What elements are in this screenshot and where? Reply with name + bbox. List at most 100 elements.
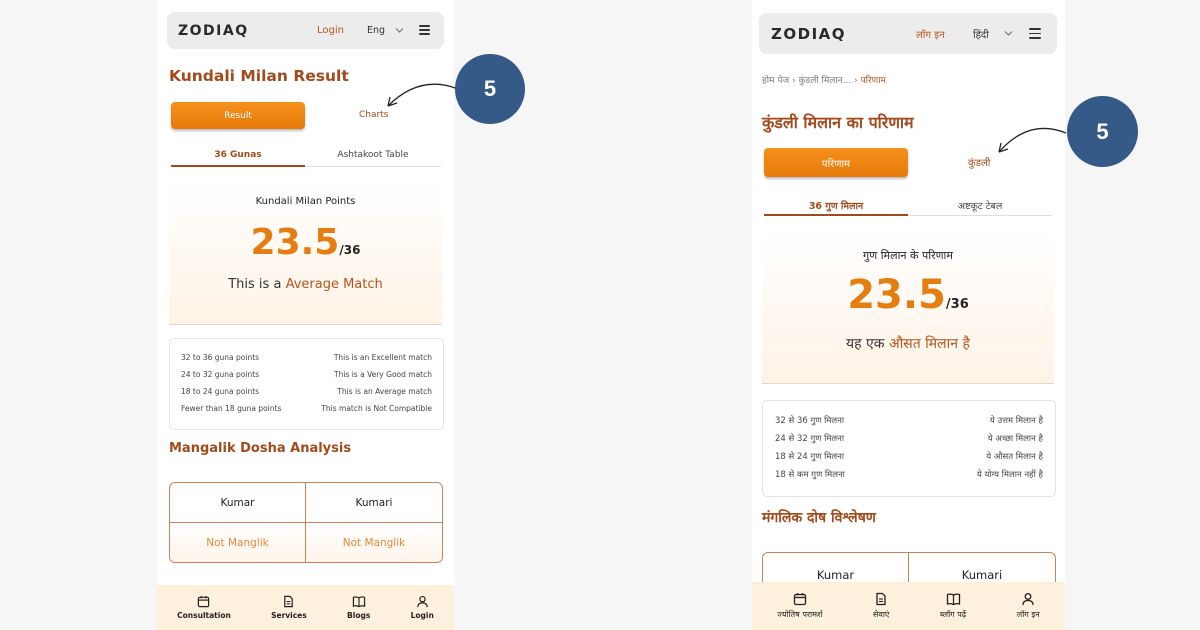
score-value: 23.5 <box>847 272 946 318</box>
legend-range: 18 से 24 गुण मिलना <box>775 452 845 462</box>
match-prefix: यह एक <box>846 336 889 352</box>
nav-login-label: लॉग इन <box>1016 610 1040 619</box>
nav-login-label: Login <box>410 611 434 620</box>
match-prefix: This is a <box>228 277 286 292</box>
legend-row: 18 to 24 guna points This is an Average m… <box>170 387 443 396</box>
login-link[interactable]: Login <box>317 25 344 36</box>
manglik-header-kumar: Kumar <box>170 483 306 523</box>
legend-desc: This is an Excellent match <box>333 353 432 362</box>
subtab-36-gunas[interactable]: 36 गुण मिलान <box>764 199 908 216</box>
hamburger-menu-icon[interactable] <box>419 25 430 35</box>
tab-result-button[interactable]: परिणाम <box>764 148 908 177</box>
user-icon <box>1022 593 1034 606</box>
subtab-ashtakoot-table[interactable]: अष्टकूट टेबल <box>908 199 1052 216</box>
nav-blogs[interactable]: ब्लॉग पढ़ें <box>940 592 966 620</box>
legend-row: 24 से 32 गुण मिलना ये अच्छा मिलान है <box>763 433 1055 444</box>
nav-consultation[interactable]: ज्योतिष परामर्श <box>777 592 822 620</box>
manglik-section-title: Mangalik Dosha Analysis <box>169 441 352 456</box>
page-title: कुंडली मिलान का परिणाम <box>762 113 914 132</box>
legend-desc: This match is Not Compatible <box>321 404 432 413</box>
legend-desc: ये योग्य मिलान नहीं है <box>976 470 1043 480</box>
subtab-36-gunas[interactable]: 36 Gunas <box>171 150 305 167</box>
legend-desc: ये उत्तम मिलान है <box>989 416 1043 426</box>
chevron-down-icon[interactable] <box>395 27 404 34</box>
score-value: 23.5 <box>250 222 340 263</box>
step-badge-right: 5 <box>1067 96 1138 167</box>
top-navbar: ZODIAQ Login Eng <box>167 12 444 49</box>
guna-legend: 32 से 36 गुण मिलना ये उत्तम मिलान है 24 स… <box>762 400 1056 497</box>
nav-blogs-label: ब्लॉग पढ़ें <box>939 610 967 619</box>
login-link[interactable]: लॉग इन <box>916 27 945 41</box>
language-select[interactable]: Eng <box>367 25 385 36</box>
legend-row: 18 से 24 गुण मिलना ये औसत मिलान है <box>763 451 1055 462</box>
nav-services-label: Services <box>271 611 307 620</box>
manglik-section-title: मंगलिक दोष विश्लेषण <box>762 510 876 526</box>
match-summary: यह एक औसत मिलान है <box>762 334 1054 353</box>
book-open-icon <box>946 593 960 606</box>
legend-range: Fewer than 18 guna points <box>181 404 282 413</box>
background-panel-left <box>0 0 157 630</box>
user-icon <box>416 595 428 608</box>
callout-arrow-right <box>998 127 1067 153</box>
legend-row: 32 से 36 गुण मिलना ये उत्तम मिलान है <box>763 415 1055 426</box>
manglik-table: Kumar Kumari Not Manglik Not Manglik <box>169 482 443 563</box>
nav-login[interactable]: Login <box>411 595 434 620</box>
nav-services[interactable]: सेवाएं <box>873 592 889 620</box>
zodiaq-logo[interactable]: ZODIAQ <box>771 25 846 43</box>
manglik-header-kumari: Kumari <box>306 483 442 523</box>
nav-blogs[interactable]: Blogs <box>347 595 370 620</box>
document-icon <box>284 595 294 608</box>
legend-range: 32 to 36 guna points <box>181 353 260 362</box>
legend-desc: ये अच्छा मिलान है <box>987 434 1043 444</box>
points-card: Kundali Milan Points 23.5/36 This is a A… <box>169 178 442 325</box>
nav-services-label: सेवाएं <box>873 610 890 619</box>
nav-consultation-label: Consultation <box>177 611 231 620</box>
language-select[interactable]: हिंदी <box>973 27 989 41</box>
legend-desc: This is a Very Good match <box>334 370 432 379</box>
match-summary: This is a Average Match <box>169 277 442 292</box>
legend-desc: ये औसत मिलान है <box>986 452 1043 462</box>
breadcrumb-current: परिणाम <box>860 76 886 86</box>
points-label: गुण मिलान के परिणाम <box>863 249 953 262</box>
legend-row: 18 से कम गुण मिलना ये योग्य मिलान नहीं है <box>763 469 1055 480</box>
legend-range: 24 to 32 guna points <box>181 370 260 379</box>
background-panel-right <box>1065 0 1200 630</box>
page-title: Kundali Milan Result <box>169 67 349 85</box>
legend-row: Fewer than 18 guna points This match is N… <box>170 404 443 413</box>
legend-range: 32 से 36 गुण मिलना <box>775 416 845 426</box>
calendar-icon <box>793 593 807 606</box>
legend-row: 24 to 32 guna points This is a Very Good … <box>170 370 443 379</box>
breadcrumb-home[interactable]: होम पेज <box>762 76 789 86</box>
guna-legend: 32 to 36 guna points This is an Excellent… <box>169 338 444 430</box>
match-highlight: औसत मिलान है <box>888 336 970 352</box>
score-max: /36 <box>945 297 969 312</box>
breadcrumb-separator: › <box>851 76 861 86</box>
score-display: 23.5/36 <box>762 272 1054 318</box>
bottom-navigation: Consultation Services Blogs Login <box>157 585 454 630</box>
legend-range: 18 to 24 guna points <box>181 387 260 396</box>
score-display: 23.5/36 <box>169 222 442 263</box>
subtab-ashtakoot-table[interactable]: Ashtakoot Table <box>305 150 441 167</box>
hamburger-menu-icon[interactable] <box>1029 28 1041 39</box>
tab-result-button[interactable]: Result <box>171 102 305 129</box>
manglik-value-kumar: Not Manglik <box>170 523 306 562</box>
tab-charts[interactable]: कुंडली <box>968 155 990 169</box>
bottom-navigation: ज्योतिष परामर्श सेवाएं ब्लॉग पढ़ें लॉग इ… <box>752 582 1065 630</box>
breadcrumb: होम पेज › कुंडली मिलान... › परिणाम <box>762 73 886 86</box>
nav-consultation-label: ज्योतिष परामर्श <box>777 610 823 619</box>
manglik-value-kumari: Not Manglik <box>306 523 442 562</box>
points-label: Kundali Milan Points <box>255 196 356 207</box>
nav-login[interactable]: लॉग इन <box>1017 592 1040 620</box>
legend-range: 24 से 32 गुण मिलना <box>775 434 845 444</box>
calendar-icon <box>198 595 210 608</box>
nav-blogs-label: Blogs <box>347 611 371 620</box>
chevron-down-icon[interactable] <box>1004 30 1013 37</box>
top-navbar: ZODIAQ लॉग इन हिंदी <box>759 13 1057 54</box>
step-badge-left: 5 <box>455 54 525 124</box>
breadcrumb-kundali-milan[interactable]: कुंडली मिलान... <box>798 76 851 86</box>
nav-services[interactable]: Services <box>271 595 307 620</box>
nav-consultation[interactable]: Consultation <box>177 595 231 620</box>
book-open-icon <box>352 596 365 608</box>
phone-screen-hindi: ZODIAQ लॉग इन हिंदी होम पेज › कुंडली मिल… <box>752 0 1065 630</box>
zodiaq-logo[interactable]: ZODIAQ <box>178 23 249 39</box>
